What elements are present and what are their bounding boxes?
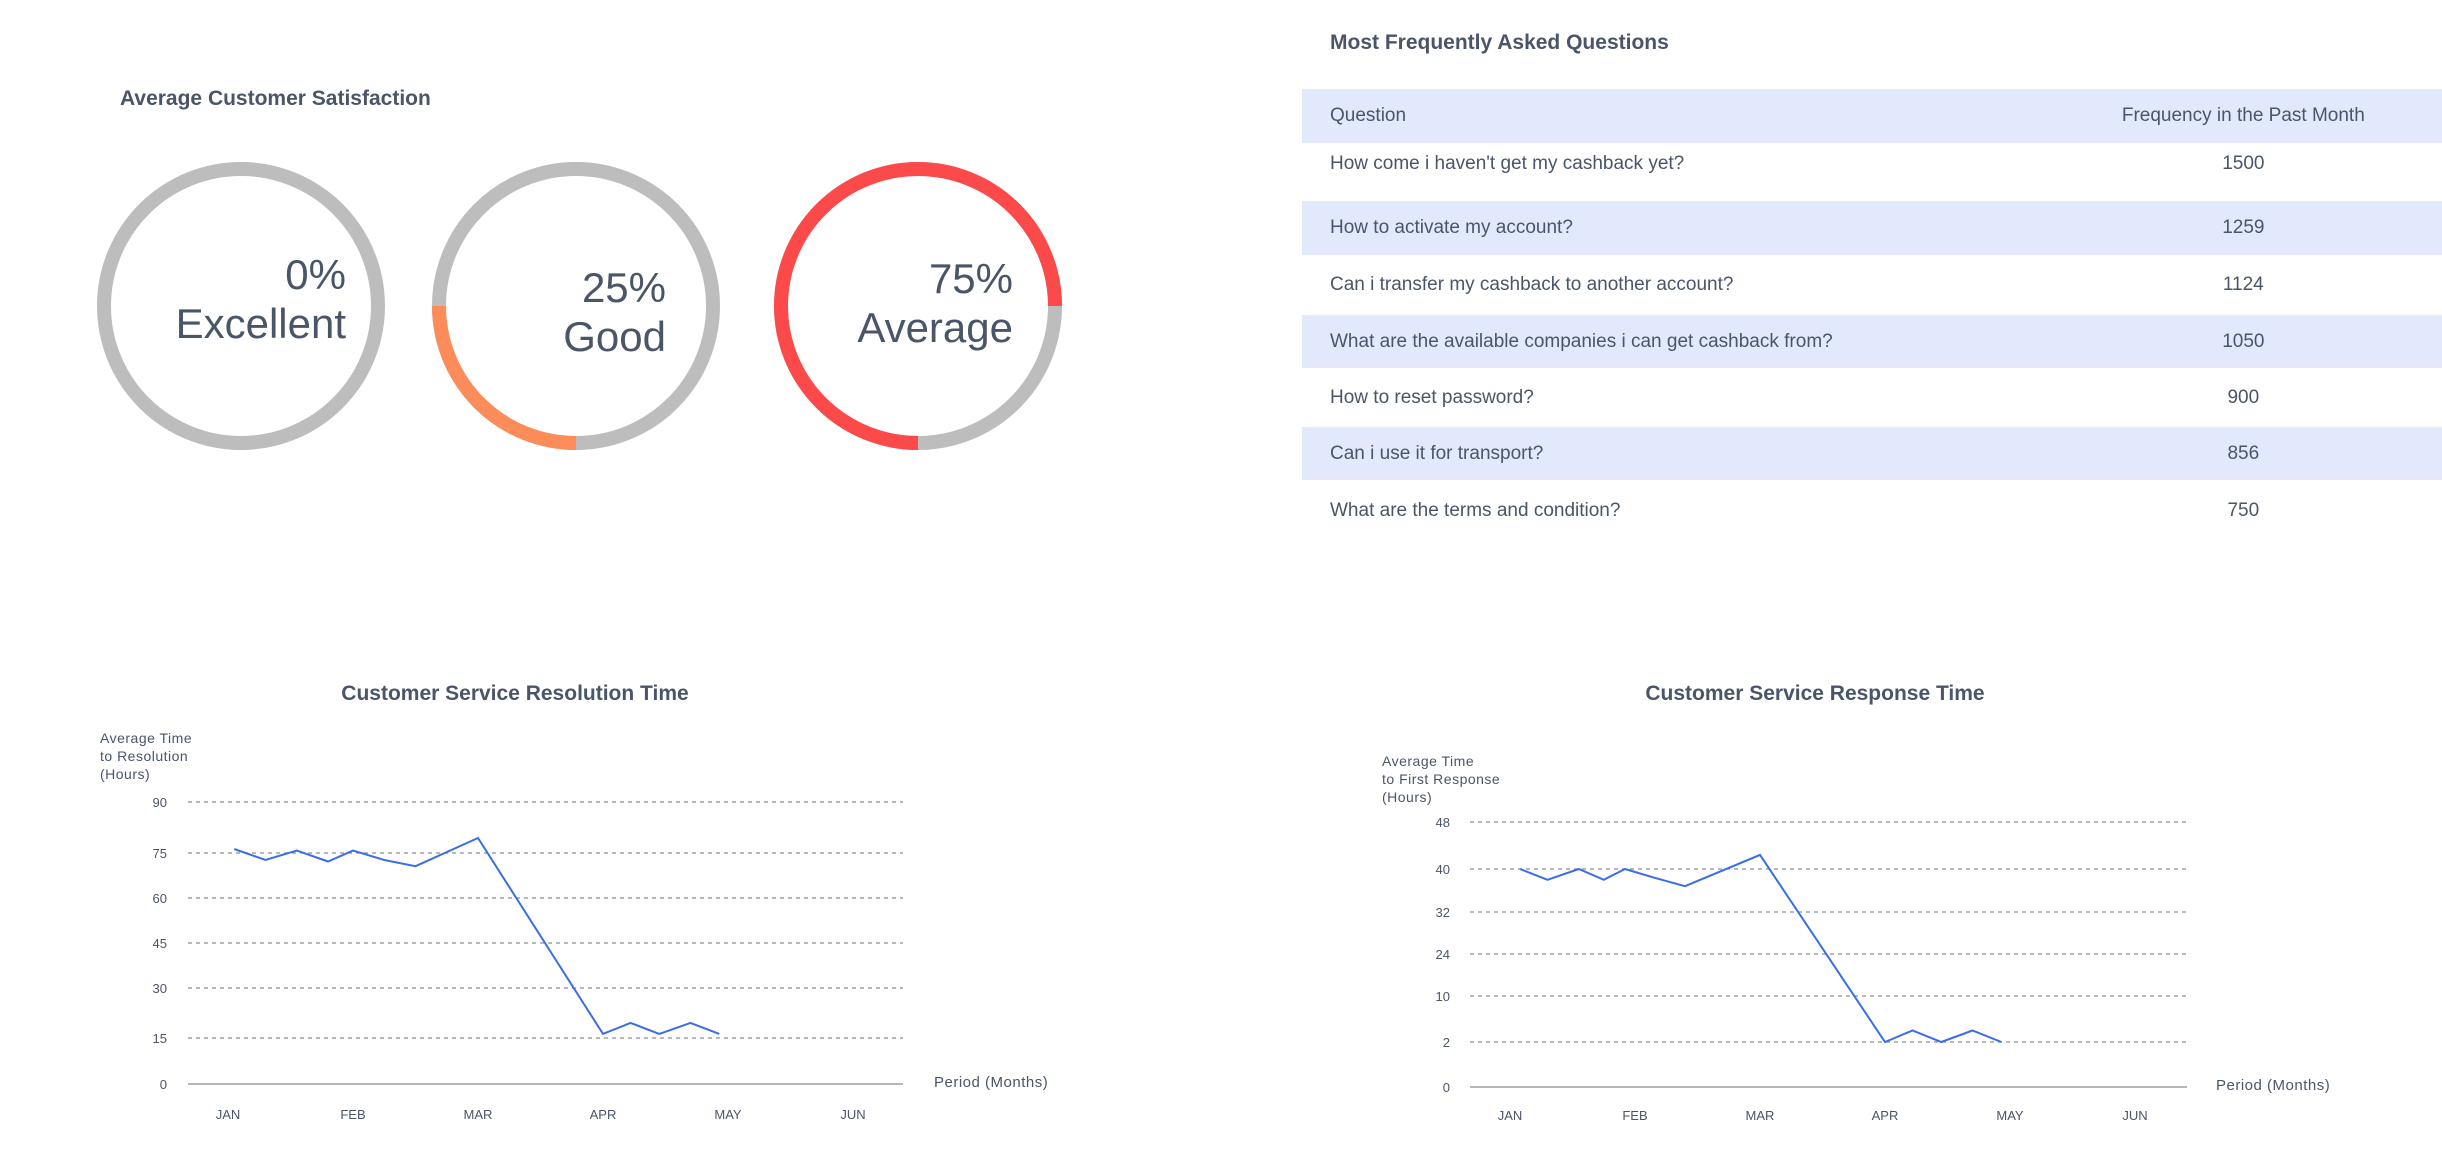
- y-axis-label-line: (Hours): [1382, 789, 1433, 805]
- x-tick-label: MAY: [714, 1107, 742, 1122]
- x-tick-label: MAR: [464, 1107, 493, 1122]
- x-tick-label: JUN: [840, 1107, 865, 1122]
- y-tick-label: 0: [160, 1077, 167, 1092]
- series-line: [233, 836, 720, 1036]
- y-axis-label: Average Time to First Response (Hours): [1382, 752, 1500, 806]
- x-tick-label: APR: [590, 1107, 617, 1122]
- y-tick-label: 75: [153, 846, 167, 861]
- y-tick-label: 90: [153, 795, 167, 810]
- x-tick-label: JAN: [216, 1107, 241, 1122]
- x-axis-label: Period (Months): [2216, 1077, 2331, 1094]
- y-tick-label: 30: [153, 981, 167, 996]
- chart-title: Customer Service Response Time: [1645, 682, 1985, 705]
- y-tick-label: 45: [153, 936, 167, 951]
- y-axis-label-line: to First Response: [1382, 771, 1501, 787]
- x-tick-label: FEB: [340, 1107, 365, 1122]
- y-tick-label: 60: [153, 891, 167, 906]
- y-tick-label: 15: [153, 1031, 167, 1046]
- resolution-chart-plot: 0 15 30 45 60 75 90 JAN FEB MAR APR MAY JUN: [153, 795, 903, 1122]
- y-axis-label-line: Average Time: [1382, 753, 1475, 769]
